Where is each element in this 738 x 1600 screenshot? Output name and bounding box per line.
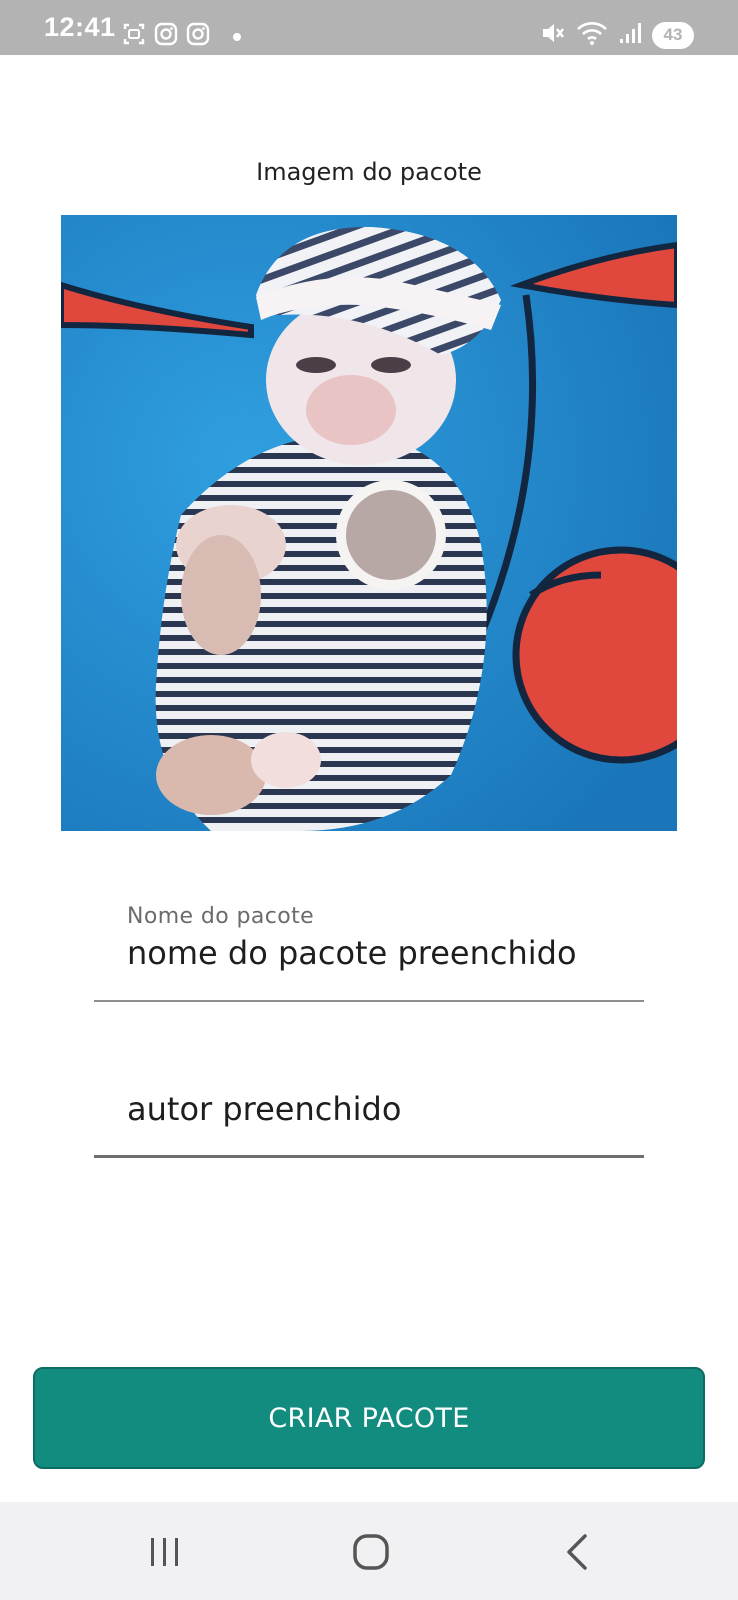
package-image-picture bbox=[61, 215, 677, 831]
create-package-button[interactable]: CRIAR PACOTE bbox=[33, 1367, 705, 1469]
notification-dot-icon bbox=[232, 27, 242, 46]
author-field[interactable] bbox=[94, 1060, 644, 1158]
battery-indicator: 43 bbox=[652, 21, 694, 49]
navigation-bar bbox=[0, 1502, 738, 1600]
instagram-icon bbox=[186, 22, 210, 50]
package-name-input[interactable] bbox=[127, 934, 627, 972]
image-section-label: Imagem do pacote bbox=[256, 158, 482, 186]
back-icon[interactable] bbox=[548, 1528, 608, 1576]
package-name-label: Nome do pacote bbox=[127, 904, 315, 929]
author-input[interactable] bbox=[127, 1090, 627, 1128]
mute-icon bbox=[540, 20, 566, 50]
status-right-icons: 43 bbox=[540, 20, 694, 50]
signal-icon bbox=[618, 21, 642, 49]
package-image[interactable] bbox=[61, 215, 677, 831]
instagram-icon bbox=[154, 22, 178, 50]
author-underline bbox=[94, 1155, 644, 1158]
package-name-field[interactable]: Nome do pacote bbox=[94, 898, 644, 1002]
screenshot-icon bbox=[122, 22, 146, 50]
status-time: 12:41 bbox=[44, 12, 116, 42]
recent-apps-icon[interactable] bbox=[135, 1528, 195, 1576]
home-icon[interactable] bbox=[341, 1528, 401, 1576]
wifi-icon bbox=[576, 20, 608, 50]
status-left-icons bbox=[122, 22, 242, 50]
package-name-underline bbox=[94, 1000, 644, 1002]
status-bar: 12:41 43 bbox=[0, 0, 738, 55]
